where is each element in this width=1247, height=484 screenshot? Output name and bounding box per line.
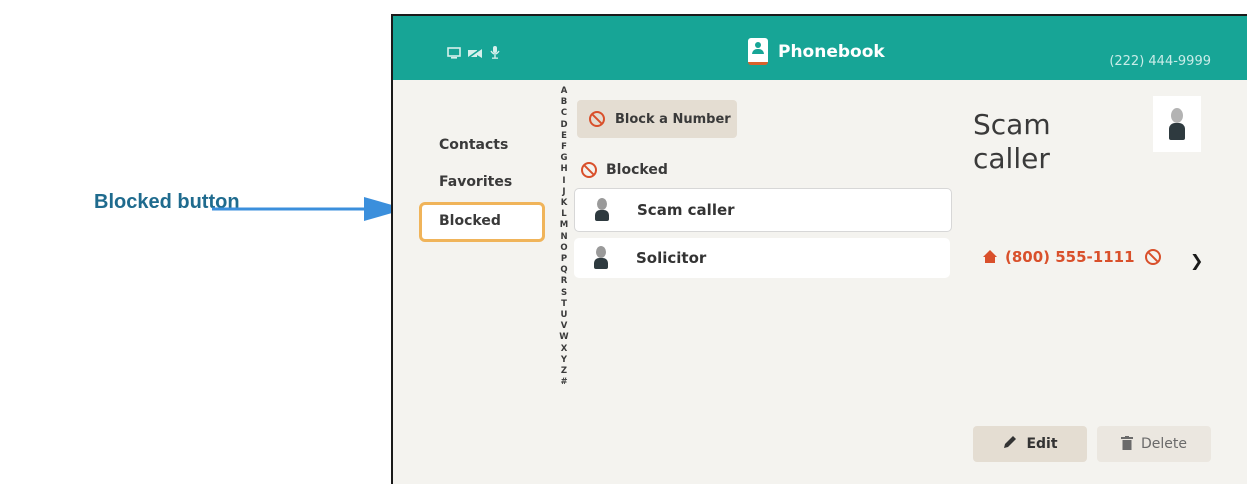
contact-name: Solicitor [636, 249, 707, 267]
my-phone-number: (222) 444-9999 [1109, 54, 1211, 69]
alphabet-letter[interactable]: Q [560, 265, 567, 276]
alphabet-letter[interactable]: B [561, 97, 567, 108]
alphabet-letter[interactable]: H [560, 164, 567, 175]
pencil-icon [1002, 434, 1018, 454]
alphabet-letter[interactable]: I [562, 176, 565, 187]
edit-label: Edit [1026, 436, 1058, 452]
alphabet-letter[interactable]: F [561, 142, 567, 153]
status-icons [447, 44, 501, 63]
chevron-right-icon[interactable]: ❯ [1190, 251, 1203, 270]
home-icon [983, 250, 997, 264]
alphabet-letter[interactable]: N [560, 232, 567, 243]
header-title-group: Phonebook [748, 38, 885, 65]
phone-entry[interactable]: (800) 555-1111 [983, 248, 1161, 266]
section-title: Blocked [606, 162, 668, 178]
delete-button[interactable]: Delete [1097, 426, 1211, 462]
contact-row-scam-caller[interactable]: Scam caller [574, 188, 952, 232]
alphabet-letter[interactable]: T [561, 299, 567, 310]
avatar-icon [594, 246, 608, 270]
alphabet-letter[interactable]: X [561, 344, 568, 355]
alphabet-letter[interactable]: K [561, 198, 568, 209]
alphabet-letter[interactable]: O [560, 243, 567, 254]
blocked-section-header: Blocked [581, 162, 668, 178]
sidebar-item-contacts[interactable]: Contacts [419, 126, 545, 166]
callout-arrow [212, 197, 406, 221]
phonebook-window: Phonebook (222) 444-9999 Contacts Favori… [391, 14, 1247, 484]
app-title: Phonebook [778, 41, 885, 62]
contact-name: Scam caller [637, 201, 735, 219]
phonebook-icon [748, 38, 768, 65]
avatar-icon [1169, 108, 1185, 142]
detail-contact-name: Scam caller [973, 108, 1051, 175]
contact-photo [1153, 96, 1201, 152]
video-off-icon [467, 44, 483, 63]
delete-label: Delete [1141, 436, 1187, 452]
alphabet-letter[interactable]: L [561, 209, 566, 220]
alphabet-letter[interactable]: J [562, 187, 565, 198]
trash-icon [1121, 435, 1133, 454]
alphabet-letter[interactable]: Y [561, 355, 567, 366]
sidebar-item-blocked[interactable]: Blocked [419, 202, 545, 242]
alphabet-letter[interactable]: V [561, 321, 568, 332]
phone-number: (800) 555-1111 [1005, 248, 1135, 266]
alphabet-letter[interactable]: G [561, 153, 568, 164]
alphabet-letter[interactable]: M [560, 220, 568, 231]
alphabet-letter[interactable]: A [561, 86, 568, 97]
alphabet-letter[interactable]: C [561, 108, 567, 119]
block-icon [589, 111, 605, 127]
alphabet-letter[interactable]: W [559, 332, 568, 343]
alphabet-letter[interactable]: R [561, 276, 568, 287]
block-icon [1144, 249, 1161, 265]
block-number-label: Block a Number [615, 111, 731, 127]
alphabet-letter[interactable]: U [561, 310, 568, 321]
alphabet-letter[interactable]: S [561, 288, 567, 299]
alphabet-letter[interactable]: E [561, 131, 567, 142]
alphabet-letter[interactable]: D [560, 120, 567, 131]
alphabet-index[interactable]: A B C D E F G H I J K L M N O P Q R S T … [557, 86, 571, 388]
avatar-icon [595, 198, 609, 222]
header-bar: Phonebook (222) 444-9999 [393, 16, 1247, 80]
screen-icon [447, 44, 461, 63]
block-number-button[interactable]: Block a Number [577, 100, 737, 138]
sidebar-item-favorites[interactable]: Favorites [419, 163, 545, 203]
microphone-icon [489, 44, 501, 63]
contact-row-solicitor[interactable]: Solicitor [574, 238, 950, 278]
edit-button[interactable]: Edit [973, 426, 1087, 462]
block-icon [581, 162, 597, 178]
alphabet-letter[interactable]: Z [561, 366, 567, 377]
alphabet-letter[interactable]: # [560, 377, 567, 388]
alphabet-letter[interactable]: P [561, 254, 567, 265]
